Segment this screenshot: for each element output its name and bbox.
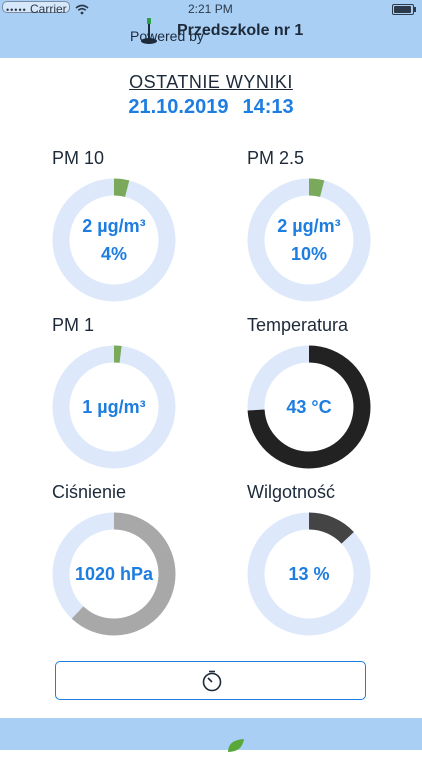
tile-pm1[interactable]: PM 1 1 µg/m³ bbox=[52, 315, 212, 485]
gauge-value: 43 °C bbox=[286, 397, 332, 417]
gauge-value: 2 µg/m³ bbox=[277, 216, 341, 236]
humidity-gauge: 13 % bbox=[247, 512, 371, 636]
pm10-gauge: 2 µg/m³ 4% bbox=[52, 178, 176, 302]
footer-bar bbox=[0, 718, 422, 752]
tile-label: PM 10 bbox=[52, 148, 105, 168]
gauge-value: 1 µg/m³ bbox=[82, 397, 146, 417]
tile-pm25[interactable]: PM 2.5 2 µg/m³ 10% bbox=[247, 148, 407, 318]
leaf-logo-icon bbox=[226, 738, 246, 757]
history-timer-button[interactable] bbox=[55, 661, 366, 700]
results-time: 14:13 bbox=[242, 96, 294, 118]
pm1-gauge: 1 µg/m³ bbox=[52, 345, 176, 469]
timer-icon bbox=[202, 670, 222, 692]
latest-results-title: OSTATNIE WYNIKI bbox=[0, 72, 422, 93]
tile-temperature[interactable]: Temperatura 43 °C bbox=[247, 315, 407, 485]
tile-label: Wilgotność bbox=[247, 482, 336, 502]
powered-by-label: Powered by bbox=[130, 28, 204, 44]
gauge-percent: 10% bbox=[290, 244, 328, 264]
wifi-icon bbox=[75, 2, 89, 20]
tile-label: PM 1 bbox=[52, 315, 95, 335]
battery-icon bbox=[392, 4, 416, 15]
results-timestamp: 21.10.2019 14:13 bbox=[0, 96, 422, 119]
tile-pressure[interactable]: Ciśnienie 1020 hPa bbox=[52, 482, 212, 652]
latest-results-title-text: OSTATNIE WYNIKI bbox=[129, 72, 293, 92]
tile-pm10[interactable]: PM 10 2 µg/m³ 4% bbox=[52, 148, 212, 318]
results-date: 21.10.2019 bbox=[128, 96, 229, 118]
tile-humidity[interactable]: Wilgotność 13 % bbox=[247, 482, 407, 652]
tile-label: PM 2.5 bbox=[247, 148, 305, 168]
carrier-label: Carrier bbox=[30, 2, 67, 16]
gauge-value: 13 % bbox=[288, 564, 330, 584]
status-bar: ••••• Carrier 2:21 PM bbox=[0, 0, 422, 16]
header-bar: ••••• Carrier 2:21 PM Przedszkole nr 1 bbox=[0, 0, 422, 58]
gauge-value: 1020 hPa bbox=[74, 564, 154, 584]
pm25-gauge: 2 µg/m³ 10% bbox=[247, 178, 371, 302]
gauge-percent: 4% bbox=[100, 244, 127, 264]
tile-label: Ciśnienie bbox=[52, 482, 127, 502]
temperature-gauge: 43 °C bbox=[247, 345, 371, 469]
tile-label: Temperatura bbox=[247, 315, 349, 335]
signal-dots-icon: ••••• bbox=[6, 5, 27, 15]
pressure-gauge: 1020 hPa bbox=[52, 512, 176, 636]
gauge-value: 2 µg/m³ bbox=[82, 216, 146, 236]
clock-label: 2:21 PM bbox=[188, 2, 233, 16]
